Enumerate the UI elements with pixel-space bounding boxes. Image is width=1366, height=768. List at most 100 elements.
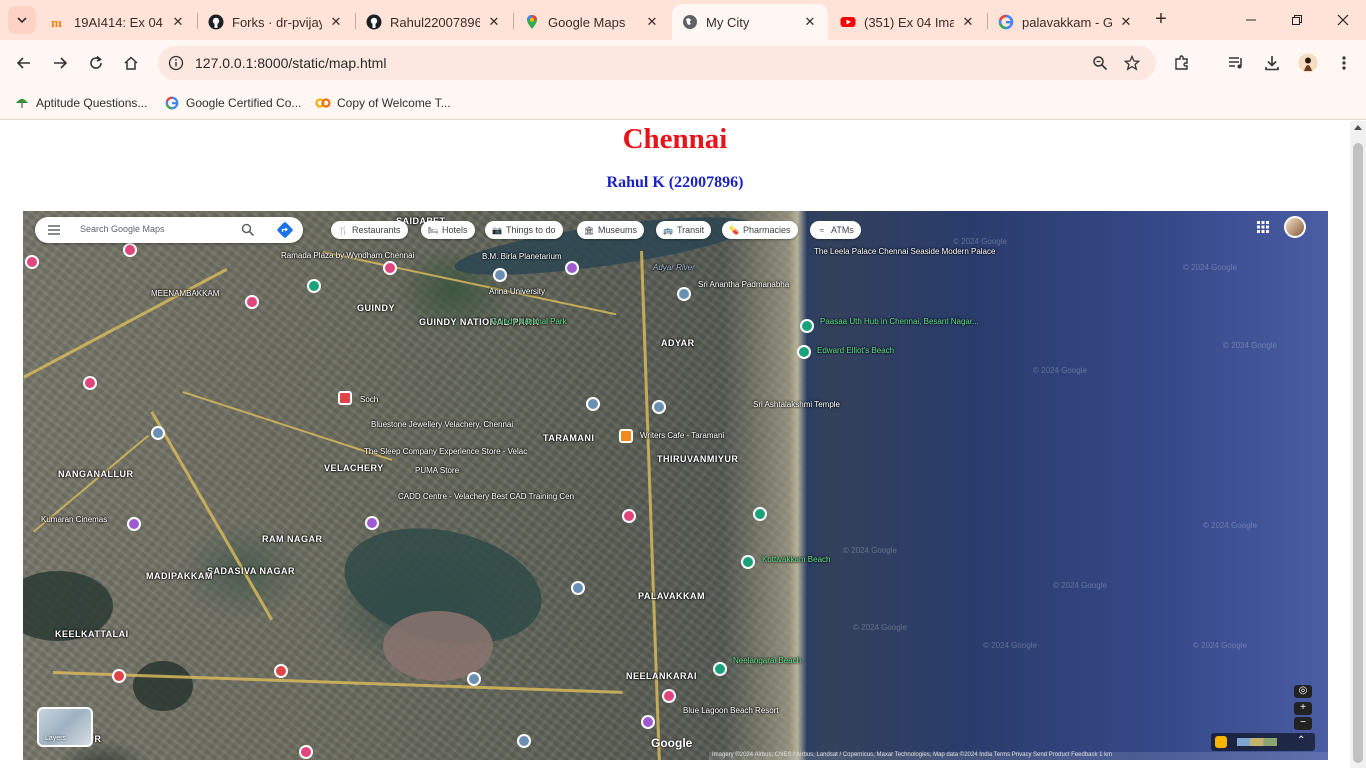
map-poi-marker[interactable] — [797, 345, 811, 359]
extensions-button[interactable] — [1168, 49, 1196, 77]
expand-icon[interactable]: ⌃ — [1297, 735, 1305, 746]
map-poi-marker[interactable] — [25, 255, 39, 269]
hamburger-menu-icon[interactable] — [47, 224, 61, 236]
map-poi-marker[interactable] — [307, 279, 321, 293]
zoom-out-button[interactable]: − — [1294, 717, 1312, 730]
map-search-box[interactable]: Search Google Maps — [35, 217, 303, 243]
embedded-google-map[interactable]: © 2024 Google © 2024 Google © 2024 Googl… — [23, 211, 1328, 760]
map-poi-marker[interactable] — [652, 400, 666, 414]
scroll-thumb[interactable] — [1353, 143, 1363, 763]
close-tab-icon[interactable]: ✕ — [1118, 14, 1134, 30]
chip-things-to-do[interactable]: 📷 Things to do — [485, 221, 563, 239]
map-poi-marker[interactable] — [753, 507, 767, 521]
close-tab-icon[interactable]: ✕ — [170, 14, 186, 30]
map-poi-marker[interactable] — [127, 517, 141, 531]
map-poi-marker[interactable] — [677, 287, 691, 301]
tab-7[interactable]: palavakkam - Go ✕ — [988, 4, 1144, 40]
map-poi-marker[interactable] — [741, 555, 755, 569]
chip-transit[interactable]: 🚌 Transit — [656, 221, 712, 239]
tab-2[interactable]: Forks · dr-pvijay ✕ — [198, 4, 354, 40]
layers-button[interactable]: Layers — [37, 707, 93, 747]
media-controls-button[interactable] — [1222, 49, 1250, 77]
profile-button[interactable] — [1294, 49, 1322, 77]
zoom-in-button[interactable]: + — [1294, 702, 1312, 715]
restore-button[interactable] — [1274, 0, 1320, 40]
account-avatar[interactable] — [1284, 216, 1306, 238]
pegman-icon[interactable] — [1215, 736, 1227, 748]
scroll-up-arrow[interactable] — [1354, 125, 1362, 130]
bookmark-item[interactable]: Copy of Welcome T... — [315, 92, 451, 114]
map-poi-marker[interactable] — [493, 268, 507, 282]
forward-button[interactable] — [46, 49, 74, 77]
bus-icon: 🚌 — [663, 225, 673, 235]
map-bottom-controls: ⌃ — [1211, 733, 1315, 751]
home-button[interactable] — [117, 49, 145, 77]
map-place-label: NEELANKARAI — [626, 671, 698, 681]
chip-atms[interactable]: ≈ ATMs — [810, 221, 861, 239]
map-poi-marker[interactable] — [338, 391, 352, 405]
minimize-button[interactable] — [1228, 0, 1274, 40]
map-poi-marker[interactable] — [83, 376, 97, 390]
chip-hotels[interactable]: 🛏 Hotels — [421, 221, 475, 239]
map-watermark: © 2024 Google — [1183, 263, 1237, 272]
url-text[interactable]: 127.0.0.1:8000/static/map.html — [195, 55, 386, 71]
my-location-button[interactable]: ◎ — [1294, 685, 1312, 698]
tab-5-active[interactable]: My City ✕ — [672, 4, 828, 40]
close-tab-icon[interactable]: ✕ — [960, 14, 976, 30]
tab-4[interactable]: Google Maps ✕ — [514, 4, 670, 40]
map-poi-marker[interactable] — [245, 295, 259, 309]
playlist-icon — [1229, 57, 1242, 69]
bookmark-star-icon[interactable] — [1122, 53, 1142, 73]
map-poi-marker[interactable] — [713, 662, 727, 676]
close-tab-icon[interactable]: ✕ — [802, 14, 818, 30]
map-poi-marker[interactable] — [571, 581, 585, 595]
map-poi-marker[interactable] — [365, 516, 379, 530]
search-icon[interactable] — [240, 222, 256, 238]
downloads-button[interactable] — [1258, 49, 1286, 77]
close-tab-icon[interactable]: ✕ — [486, 14, 502, 30]
page-scrollbar[interactable] — [1350, 121, 1366, 768]
bookmark-item[interactable]: Google Certified Co... — [164, 92, 301, 114]
chip-museums[interactable]: 🏛 Museums — [577, 221, 645, 239]
close-tab-icon[interactable]: ✕ — [644, 14, 660, 30]
chip-pharmacies[interactable]: 💊 Pharmacies — [722, 221, 798, 239]
map-poi-marker[interactable] — [641, 715, 655, 729]
map-poi-marker[interactable] — [662, 689, 676, 703]
site-info-icon[interactable] — [166, 53, 186, 73]
address-bar[interactable]: 127.0.0.1:8000/static/map.html — [158, 46, 1156, 80]
new-tab-button[interactable]: + — [1150, 9, 1172, 31]
map-poi-marker[interactable] — [619, 429, 633, 443]
tab-3[interactable]: Rahul22007896/ ✕ — [356, 4, 512, 40]
map-poi-marker[interactable] — [800, 319, 814, 333]
chip-label: Pharmacies — [743, 225, 791, 235]
map-place-label: Neelangarai Beach — [733, 656, 802, 665]
tab-1[interactable]: m 19AI414: Ex 04 - ✕ — [40, 4, 196, 40]
map-search-placeholder[interactable]: Search Google Maps — [80, 224, 165, 234]
map-poi-marker[interactable] — [123, 243, 137, 257]
map-poi-marker[interactable] — [565, 261, 579, 275]
back-button[interactable] — [10, 49, 38, 77]
map-poi-marker[interactable] — [299, 745, 313, 759]
chip-restaurants[interactable]: 🍴 Restaurants — [331, 221, 408, 239]
map-poi-marker[interactable] — [622, 509, 636, 523]
map-poi-marker[interactable] — [517, 734, 531, 748]
browser-menu-button[interactable] — [1330, 49, 1358, 77]
bookmark-label: Google Certified Co... — [186, 96, 302, 110]
imagery-tiles-icon[interactable] — [1237, 738, 1277, 746]
tab-search-button[interactable] — [8, 6, 36, 34]
map-poi-marker[interactable] — [151, 426, 165, 440]
map-poi-marker[interactable] — [586, 397, 600, 411]
close-tab-icon[interactable]: ✕ — [328, 14, 344, 30]
map-poi-marker[interactable] — [274, 664, 288, 678]
map-poi-marker[interactable] — [112, 669, 126, 683]
bookmark-item[interactable]: Aptitude Questions... — [14, 92, 147, 114]
map-poi-marker[interactable] — [467, 672, 481, 686]
directions-icon[interactable] — [276, 221, 294, 239]
map-watermark: © 2024 Google — [1193, 641, 1247, 650]
reload-button[interactable] — [82, 49, 110, 77]
tab-6[interactable]: (351) Ex 04 Imag ✕ — [830, 4, 986, 40]
map-poi-marker[interactable] — [383, 261, 397, 275]
google-apps-icon[interactable] — [1256, 220, 1270, 234]
zoom-icon[interactable] — [1090, 53, 1110, 73]
close-window-button[interactable] — [1320, 0, 1366, 40]
